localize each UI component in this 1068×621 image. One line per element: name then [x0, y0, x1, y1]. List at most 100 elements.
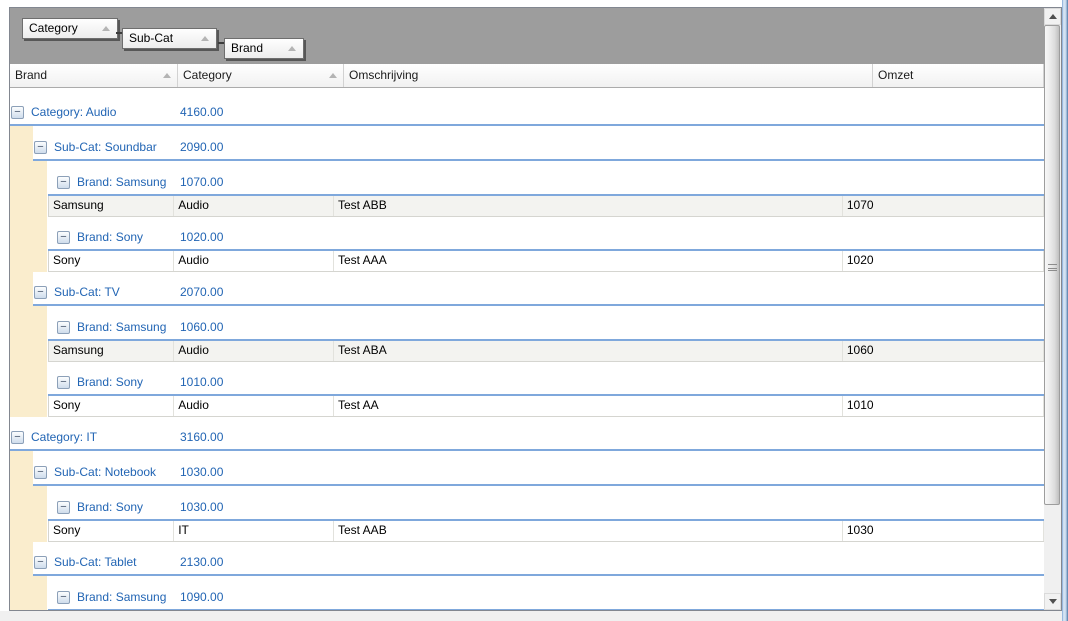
- group-summary-value: 1060.00: [180, 320, 223, 334]
- data-grid: −Category: Audio4160.00−Sub-Cat: Soundba…: [9, 7, 1062, 611]
- group-row-label: Brand: Sony: [77, 500, 143, 514]
- group-field-label: Sub-Cat: [129, 31, 173, 45]
- column-header-row: Brand Category Omschrijving Omzet: [10, 64, 1044, 88]
- collapse-button[interactable]: −: [34, 556, 47, 569]
- table-cell-category: Audio: [174, 196, 334, 216]
- group-by-panel: Category Sub-Cat Brand: [10, 8, 1044, 64]
- group-summary-value: 1010.00: [180, 375, 223, 389]
- indent-strip-level2: [33, 521, 47, 542]
- group-row-label: Brand: Sony: [77, 375, 143, 389]
- scroll-down-button[interactable]: [1044, 593, 1061, 610]
- indent-strip-level1: [10, 217, 33, 251]
- group-field-label: Category: [29, 21, 78, 35]
- column-header-category[interactable]: Category: [178, 64, 344, 87]
- collapse-button[interactable]: −: [57, 591, 70, 604]
- group-field-brand[interactable]: Brand: [224, 38, 304, 59]
- group-row[interactable]: −Brand: Sony 1010.00: [48, 370, 1044, 396]
- group-summary-value: 1070.00: [180, 175, 223, 189]
- group-field-category[interactable]: Category: [22, 18, 118, 39]
- collapse-button[interactable]: −: [34, 141, 47, 154]
- indent-strip-level2: [33, 341, 47, 362]
- group-summary-value: 1090.00: [180, 590, 223, 604]
- group-row[interactable]: −Brand: Samsung1090.00: [48, 585, 1044, 610]
- table-row[interactable]: SamsungAudioTest ABB1070: [48, 196, 1044, 217]
- group-row[interactable]: −Brand: Samsung1060.00: [48, 315, 1044, 341]
- group-summary-value: 1030.00: [180, 465, 223, 479]
- group-row[interactable]: −Sub-Cat: TV2070.00: [33, 280, 1044, 306]
- collapse-button[interactable]: −: [34, 286, 47, 299]
- group-summary-value: 2090.00: [180, 140, 223, 154]
- group-summary-value: 1020.00: [180, 230, 223, 244]
- form-bottom-strip: [0, 611, 1062, 621]
- table-cell-omschrijving: Test AAB: [334, 521, 843, 541]
- collapse-button[interactable]: −: [11, 106, 24, 119]
- application-window: −Category: Audio4160.00−Sub-Cat: Soundba…: [0, 0, 1068, 621]
- column-header-label: Omschrijving: [349, 68, 418, 82]
- table-row[interactable]: SamsungAudioTest ABA1060: [48, 341, 1044, 362]
- table-cell-category: IT: [174, 521, 334, 541]
- indent-strip-level2: [33, 362, 47, 396]
- collapse-button[interactable]: −: [34, 466, 47, 479]
- scroll-up-button[interactable]: [1044, 8, 1061, 25]
- table-cell-category: Audio: [174, 251, 334, 271]
- sort-ascending-icon: [163, 73, 171, 78]
- table-cell-brand: Sony: [49, 251, 174, 271]
- indent-strip-level1: [10, 251, 33, 272]
- group-row-label: Brand: Sony: [77, 230, 143, 244]
- table-cell-omzet: 1060: [843, 341, 1044, 361]
- vertical-scrollbar[interactable]: [1044, 8, 1061, 610]
- scrollbar-thumb[interactable]: [1044, 25, 1060, 505]
- group-summary-value: 1030.00: [180, 500, 223, 514]
- group-row[interactable]: −Sub-Cat: Notebook 1030.00: [33, 460, 1044, 486]
- table-row[interactable]: SonyITTest AAB1030: [48, 521, 1044, 542]
- group-row-label: Sub-Cat: Notebook: [54, 465, 156, 479]
- sort-ascending-icon: [329, 73, 337, 78]
- scrollbar-grip-icon: [1048, 264, 1057, 271]
- column-header-omschrijving[interactable]: Omschrijving: [344, 64, 873, 87]
- column-header-label: Brand: [15, 68, 47, 82]
- table-cell-omzet: 1070: [843, 196, 1044, 216]
- group-row[interactable]: −Brand: Samsung 1070.00: [48, 170, 1044, 196]
- indent-strip-level2: [33, 306, 47, 341]
- indent-strip-level1: [10, 486, 33, 521]
- group-row-label: Brand: Samsung: [77, 175, 166, 189]
- group-row-label: Category: IT: [31, 430, 97, 444]
- table-cell-omschrijving: Test ABA: [334, 341, 843, 361]
- collapse-button[interactable]: −: [57, 321, 70, 334]
- indent-strip-level2: [33, 576, 47, 610]
- table-cell-omzet: 1020: [843, 251, 1044, 271]
- table-cell-omzet: 1030: [843, 521, 1044, 541]
- collapse-button[interactable]: −: [57, 176, 70, 189]
- collapse-button[interactable]: −: [57, 376, 70, 389]
- collapse-button[interactable]: −: [11, 431, 24, 444]
- group-row[interactable]: −Category: Audio4160.00: [10, 100, 1044, 126]
- table-cell-category: Audio: [174, 341, 334, 361]
- group-row[interactable]: −Brand: Sony 1020.00: [48, 225, 1044, 251]
- table-cell-omschrijving: Test AAA: [334, 251, 843, 271]
- sort-ascending-icon: [102, 26, 110, 31]
- window-border: [1062, 0, 1068, 621]
- indent-strip-level1: [10, 272, 33, 306]
- table-row[interactable]: SonyAudioTest AA1010: [48, 396, 1044, 417]
- table-cell-omzet: 1010: [843, 396, 1044, 416]
- column-header-brand[interactable]: Brand: [10, 64, 178, 87]
- table-cell-brand: Sony: [49, 521, 174, 541]
- column-header-label: Category: [183, 68, 232, 82]
- collapse-button[interactable]: −: [57, 231, 70, 244]
- indent-strip-level1: [10, 576, 33, 610]
- indent-strip-level1: [10, 542, 33, 576]
- group-row[interactable]: −Brand: Sony 1030.00: [48, 495, 1044, 521]
- group-row[interactable]: −Sub-Cat: Tablet2130.00: [33, 550, 1044, 576]
- column-header-omzet[interactable]: Omzet: [873, 64, 1044, 87]
- scroll-down-icon: [1049, 599, 1057, 604]
- table-cell-category: Audio: [174, 396, 334, 416]
- group-field-label: Brand: [231, 41, 263, 55]
- indent-strip-level1: [10, 521, 33, 542]
- group-field-sub-cat[interactable]: Sub-Cat: [122, 28, 217, 49]
- group-row[interactable]: −Category: IT3160.00: [10, 425, 1044, 451]
- table-row[interactable]: SonyAudioTest AAA1020: [48, 251, 1044, 272]
- collapse-button[interactable]: −: [57, 501, 70, 514]
- group-row[interactable]: −Sub-Cat: Soundbar 2090.00: [33, 135, 1044, 161]
- table-cell-brand: Samsung: [49, 196, 174, 216]
- group-row-label: Sub-Cat: Soundbar: [54, 140, 157, 154]
